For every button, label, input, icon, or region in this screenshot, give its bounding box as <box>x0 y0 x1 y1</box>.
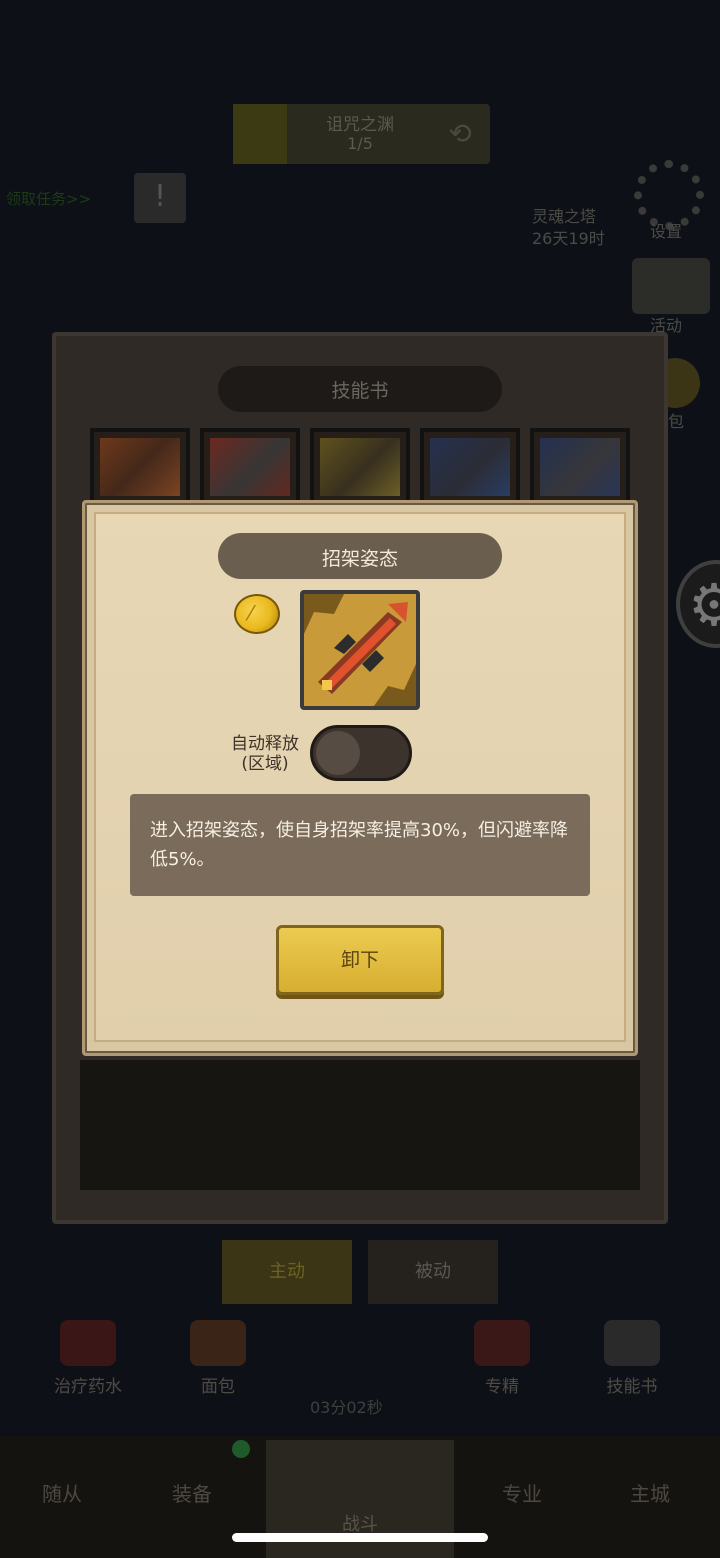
event-info: 灵魂之塔 26天19时 <box>532 206 605 250</box>
item-label: 面包 <box>201 1377 235 1397</box>
item-label: 治疗药水 <box>54 1377 122 1397</box>
activity-icon <box>632 258 710 314</box>
auto-cast-label-line2: (区域) <box>241 754 289 774</box>
potion-icon <box>60 1320 116 1366</box>
item-skill-book: 技能书 <box>582 1320 682 1397</box>
dungeon-progress: 1/5 <box>347 134 373 153</box>
refresh-icon: ⟲ <box>448 117 472 150</box>
skill-slot <box>530 428 630 506</box>
gear-icon: ⚙ <box>676 560 720 648</box>
skill-slot <box>90 428 190 506</box>
event-remaining: 26天19时 <box>532 229 605 248</box>
nav-follower: 随从 <box>42 1482 82 1506</box>
book-icon <box>604 1320 660 1366</box>
tab-passive-skills: 被动 <box>368 1240 498 1304</box>
item-bread: 面包 <box>168 1320 268 1397</box>
event-name: 灵魂之塔 <box>532 207 597 226</box>
skill-slot <box>200 428 300 506</box>
pack-label: 包 <box>668 412 685 431</box>
item-healing-potion: 治疗药水 <box>38 1320 138 1397</box>
skill-name: 招架姿态 <box>321 548 398 570</box>
task-link: 领取任务>> <box>6 190 92 208</box>
mastery-icon <box>474 1320 530 1366</box>
skill-book-empty-area <box>80 1060 640 1190</box>
toggle-knob <box>316 731 360 775</box>
auto-cast-toggle[interactable] <box>310 725 412 781</box>
sword-skill-art <box>304 594 416 706</box>
dungeon-name: 诅咒之渊 <box>326 115 394 135</box>
item-label: 技能书 <box>606 1377 658 1397</box>
skill-book-title: 技能书 <box>331 380 389 402</box>
skill-slot <box>420 428 520 506</box>
notification-dot <box>232 1440 250 1458</box>
auto-cast-label-line1: 自动释放 <box>231 734 299 754</box>
unequip-button-label: 卸下 <box>340 949 379 971</box>
nav-main-city: 主城 <box>630 1482 670 1506</box>
item-mastery: 专精 <box>452 1320 552 1397</box>
settings-label: 设置 <box>650 222 683 241</box>
tab-active-skills: 主动 <box>222 1240 352 1304</box>
home-indicator[interactable] <box>232 1533 488 1542</box>
battle-timer: 03分02秒 <box>310 1398 383 1417</box>
gold-coin-icon: ⁄ <box>234 594 280 634</box>
nav-profession: 专业 <box>502 1482 542 1506</box>
alert-icon: ! <box>134 173 186 223</box>
item-label: 专精 <box>485 1377 519 1397</box>
nav-equipment: 装备 <box>172 1482 212 1506</box>
skill-description: 进入招架姿态，使自身招架率提高30%，但闪避率降低5%。 <box>150 820 569 870</box>
skill-slot <box>310 428 410 506</box>
parry-sword-icon <box>300 590 420 710</box>
bread-icon <box>190 1320 246 1366</box>
auto-cast-label: 自动释放 (区域) <box>220 734 310 774</box>
